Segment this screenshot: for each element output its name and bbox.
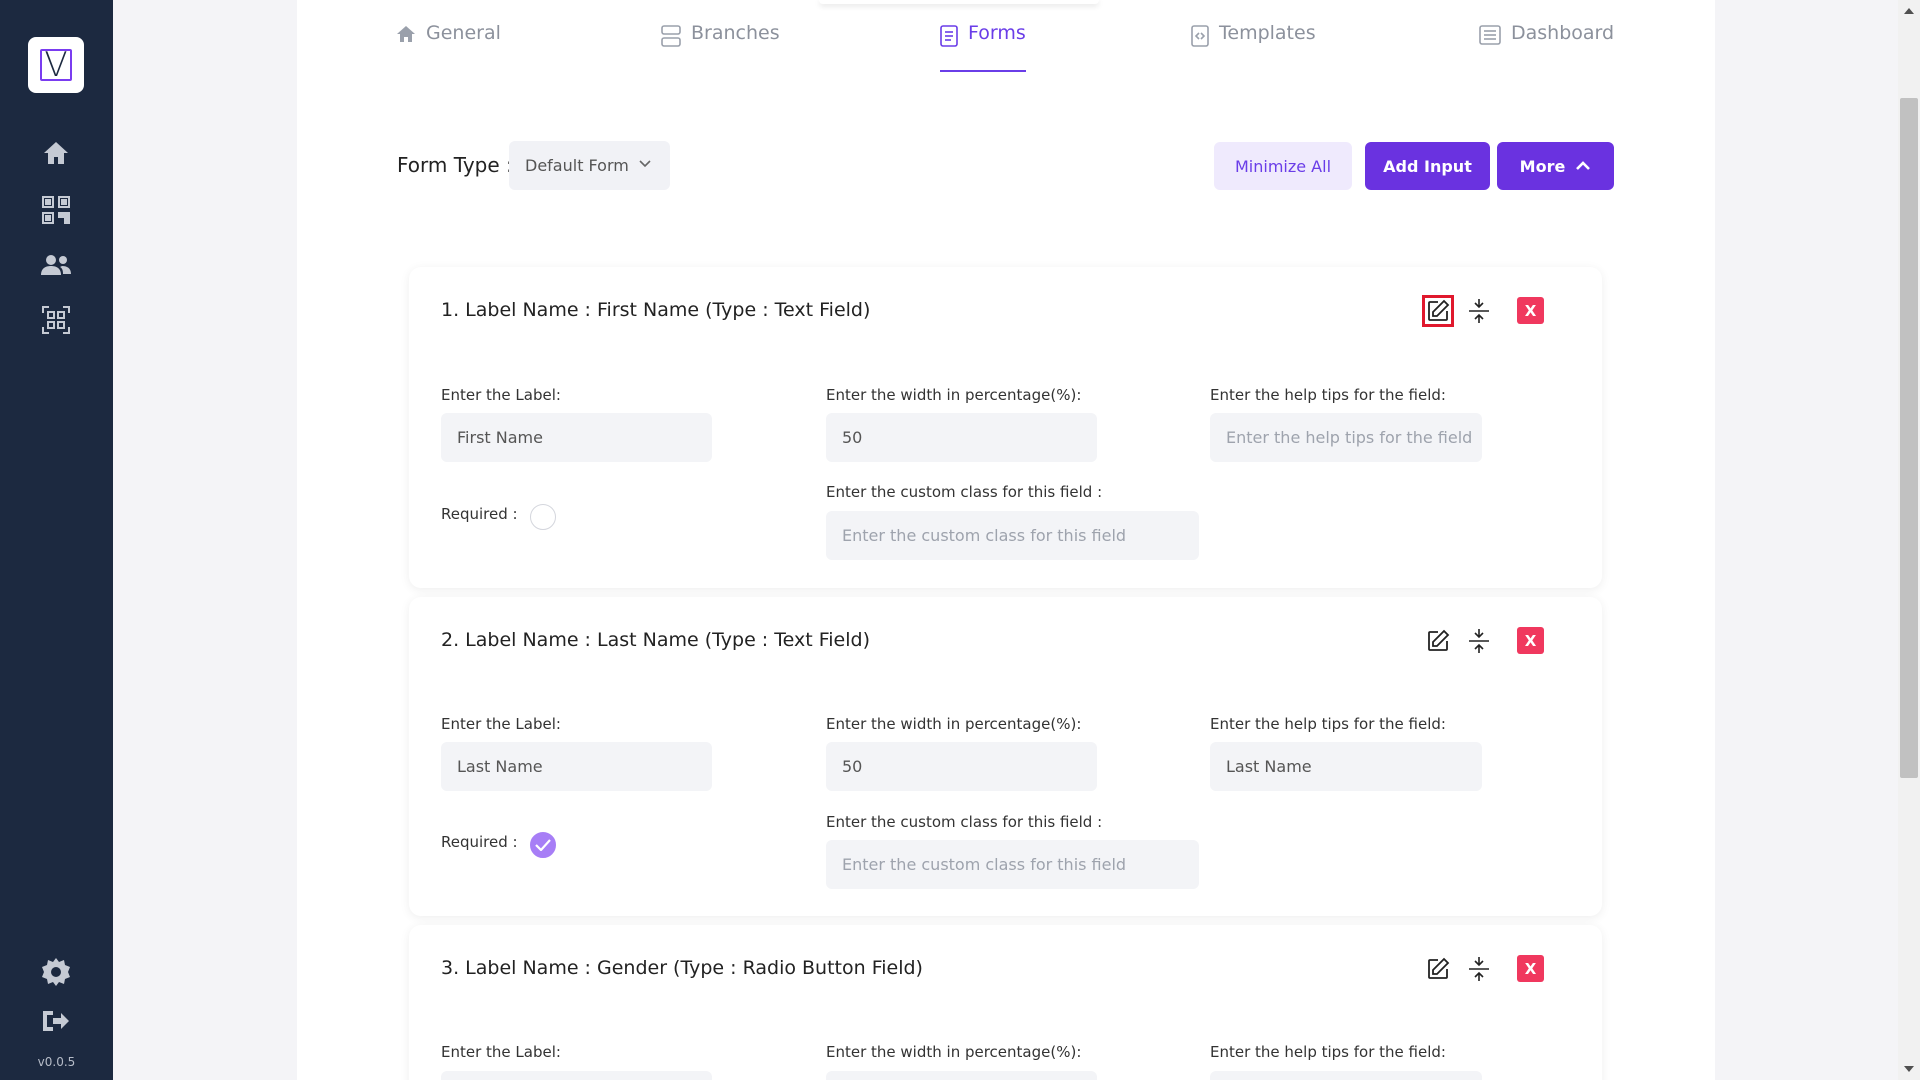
tab-label: Branches [691, 22, 780, 44]
field-card: 3. Label Name : Gender (Type : Radio But… [409, 925, 1602, 1080]
dropdown-edge [819, 0, 1099, 4]
width-input[interactable]: 50 [826, 413, 1097, 462]
collapse-icon [1469, 299, 1489, 323]
delete-button[interactable]: X [1517, 297, 1544, 324]
check-icon [535, 839, 551, 851]
field-title: 3. Label Name : Gender (Type : Radio But… [441, 957, 923, 979]
tab-label: Forms [968, 22, 1026, 44]
required-caption: Required : [441, 833, 518, 851]
label-caption: Enter the Label: [441, 386, 561, 404]
edit-icon [1428, 299, 1450, 321]
class-caption: Enter the custom class for this field : [826, 483, 1103, 501]
label-caption: Enter the Label: [441, 1043, 561, 1061]
field-actions: X [1422, 623, 1602, 663]
field-actions: X [1422, 293, 1602, 333]
chevron-down-icon [639, 160, 651, 168]
collapse-button[interactable] [1463, 953, 1495, 985]
help-caption: Enter the help tips for the field: [1210, 386, 1446, 404]
scrollbar-thumb[interactable] [1900, 98, 1918, 778]
tab-branches[interactable]: Branches [661, 22, 780, 72]
app-logo[interactable]: V [28, 37, 84, 93]
form-type-select[interactable]: Default Form [509, 141, 670, 190]
help-tips-input[interactable]: Last Name [1210, 742, 1482, 791]
logout-icon[interactable] [40, 1005, 72, 1037]
chevron-up-icon [1576, 161, 1591, 170]
template-icon [1191, 25, 1209, 47]
qr-code-icon[interactable] [40, 194, 72, 226]
scroll-up-arrow-icon[interactable] [1902, 4, 1916, 18]
scroll-down-arrow-icon[interactable] [1902, 1062, 1916, 1076]
home-icon[interactable] [40, 137, 72, 169]
tab-label: General [426, 22, 501, 44]
label-input[interactable]: First Name [441, 413, 712, 462]
sidebar: V v0.0.5 [0, 0, 113, 1080]
tab-label: Templates [1219, 22, 1316, 44]
form-type-label: Form Type : [397, 153, 513, 177]
help-tips-input[interactable] [1210, 1071, 1482, 1080]
label-input[interactable] [441, 1071, 712, 1080]
gear-icon[interactable] [40, 956, 72, 988]
custom-class-input[interactable]: Enter the custom class for this field [826, 840, 1199, 889]
width-input[interactable]: 50 [826, 742, 1097, 791]
edit-button[interactable] [1422, 953, 1454, 985]
help-caption: Enter the help tips for the field: [1210, 1043, 1446, 1061]
home-icon [397, 26, 415, 42]
more-label: More [1519, 156, 1566, 176]
add-input-button[interactable]: Add Input [1365, 142, 1490, 190]
help-caption: Enter the help tips for the field: [1210, 715, 1446, 733]
collapse-button[interactable] [1463, 625, 1495, 657]
field-card: 2. Label Name : Last Name (Type : Text F… [409, 597, 1602, 916]
branches-icon [661, 25, 681, 47]
more-button[interactable]: More [1497, 142, 1614, 190]
edit-icon [1428, 957, 1450, 979]
required-checkbox[interactable] [530, 832, 556, 858]
class-caption: Enter the custom class for this field : [826, 813, 1103, 831]
collapse-icon [1469, 957, 1489, 981]
tab-general[interactable]: General [396, 22, 501, 72]
collapse-icon [1469, 629, 1489, 653]
users-icon[interactable] [40, 249, 72, 281]
label-input[interactable]: Last Name [441, 742, 712, 791]
required-checkbox[interactable] [530, 504, 556, 530]
tab-dashboard[interactable]: Dashboard [1479, 22, 1614, 72]
edit-button[interactable] [1422, 295, 1454, 327]
delete-button[interactable]: X [1517, 955, 1544, 982]
collapse-button[interactable] [1463, 295, 1495, 327]
width-input[interactable] [826, 1071, 1097, 1080]
field-title: 2. Label Name : Last Name (Type : Text F… [441, 629, 870, 651]
width-caption: Enter the width in percentage(%): [826, 386, 1082, 404]
app-version: v0.0.5 [37, 1055, 76, 1069]
tab-label: Dashboard [1511, 22, 1615, 44]
field-actions: X [1422, 951, 1602, 991]
field-card: 1. Label Name : First Name (Type : Text … [409, 267, 1602, 588]
minimize-all-button[interactable]: Minimize All [1214, 142, 1352, 190]
tab-forms[interactable]: Forms [940, 22, 1026, 72]
delete-button[interactable]: X [1517, 627, 1544, 654]
edit-button[interactable] [1422, 625, 1454, 657]
dashboard-icon [1479, 25, 1501, 45]
help-tips-input[interactable]: Enter the help tips for the field [1210, 413, 1482, 462]
edit-icon [1428, 629, 1450, 651]
label-caption: Enter the Label: [441, 715, 561, 733]
width-caption: Enter the width in percentage(%): [826, 715, 1082, 733]
tab-templates[interactable]: Templates [1191, 22, 1316, 72]
field-title: 1. Label Name : First Name (Type : Text … [441, 299, 871, 321]
document-icon [940, 25, 958, 47]
width-caption: Enter the width in percentage(%): [826, 1043, 1082, 1061]
tab-bar: General Branches Forms Templates Dashboa… [297, 0, 1715, 72]
main-panel: General Branches Forms Templates Dashboa… [297, 0, 1715, 1080]
logo-frame [40, 49, 72, 81]
custom-class-input[interactable]: Enter the custom class for this field [826, 511, 1199, 560]
required-caption: Required : [441, 505, 518, 523]
form-type-value: Default Form [525, 156, 629, 175]
qr-scan-icon[interactable] [40, 304, 72, 336]
